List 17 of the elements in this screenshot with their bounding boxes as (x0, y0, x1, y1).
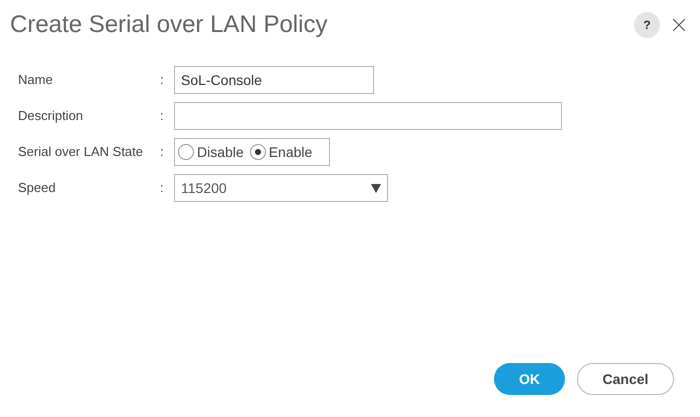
label-colon: : (160, 71, 165, 90)
dropdown-arrow-icon (371, 184, 381, 192)
field-label: Serial over LAN State (18, 143, 144, 162)
text-field[interactable]: SoL-Console (174, 66, 374, 94)
dialog-title: Create Serial over LAN Policy (10, 10, 328, 40)
field-label: Description (18, 107, 84, 126)
cancel-button[interactable]: Cancel (577, 363, 674, 395)
label-colon: : (160, 143, 165, 162)
help-button[interactable]: ? (634, 12, 660, 38)
label-colon: : (160, 179, 165, 198)
radio-option[interactable]: Enable (250, 142, 312, 162)
speed-dropdown[interactable]: 115200 (174, 174, 388, 202)
field-label: Speed (18, 179, 57, 198)
label-colon: : (160, 107, 165, 126)
radio-option[interactable]: Disable (178, 142, 244, 162)
text-field[interactable] (174, 102, 562, 130)
field-label: Name (18, 71, 54, 90)
